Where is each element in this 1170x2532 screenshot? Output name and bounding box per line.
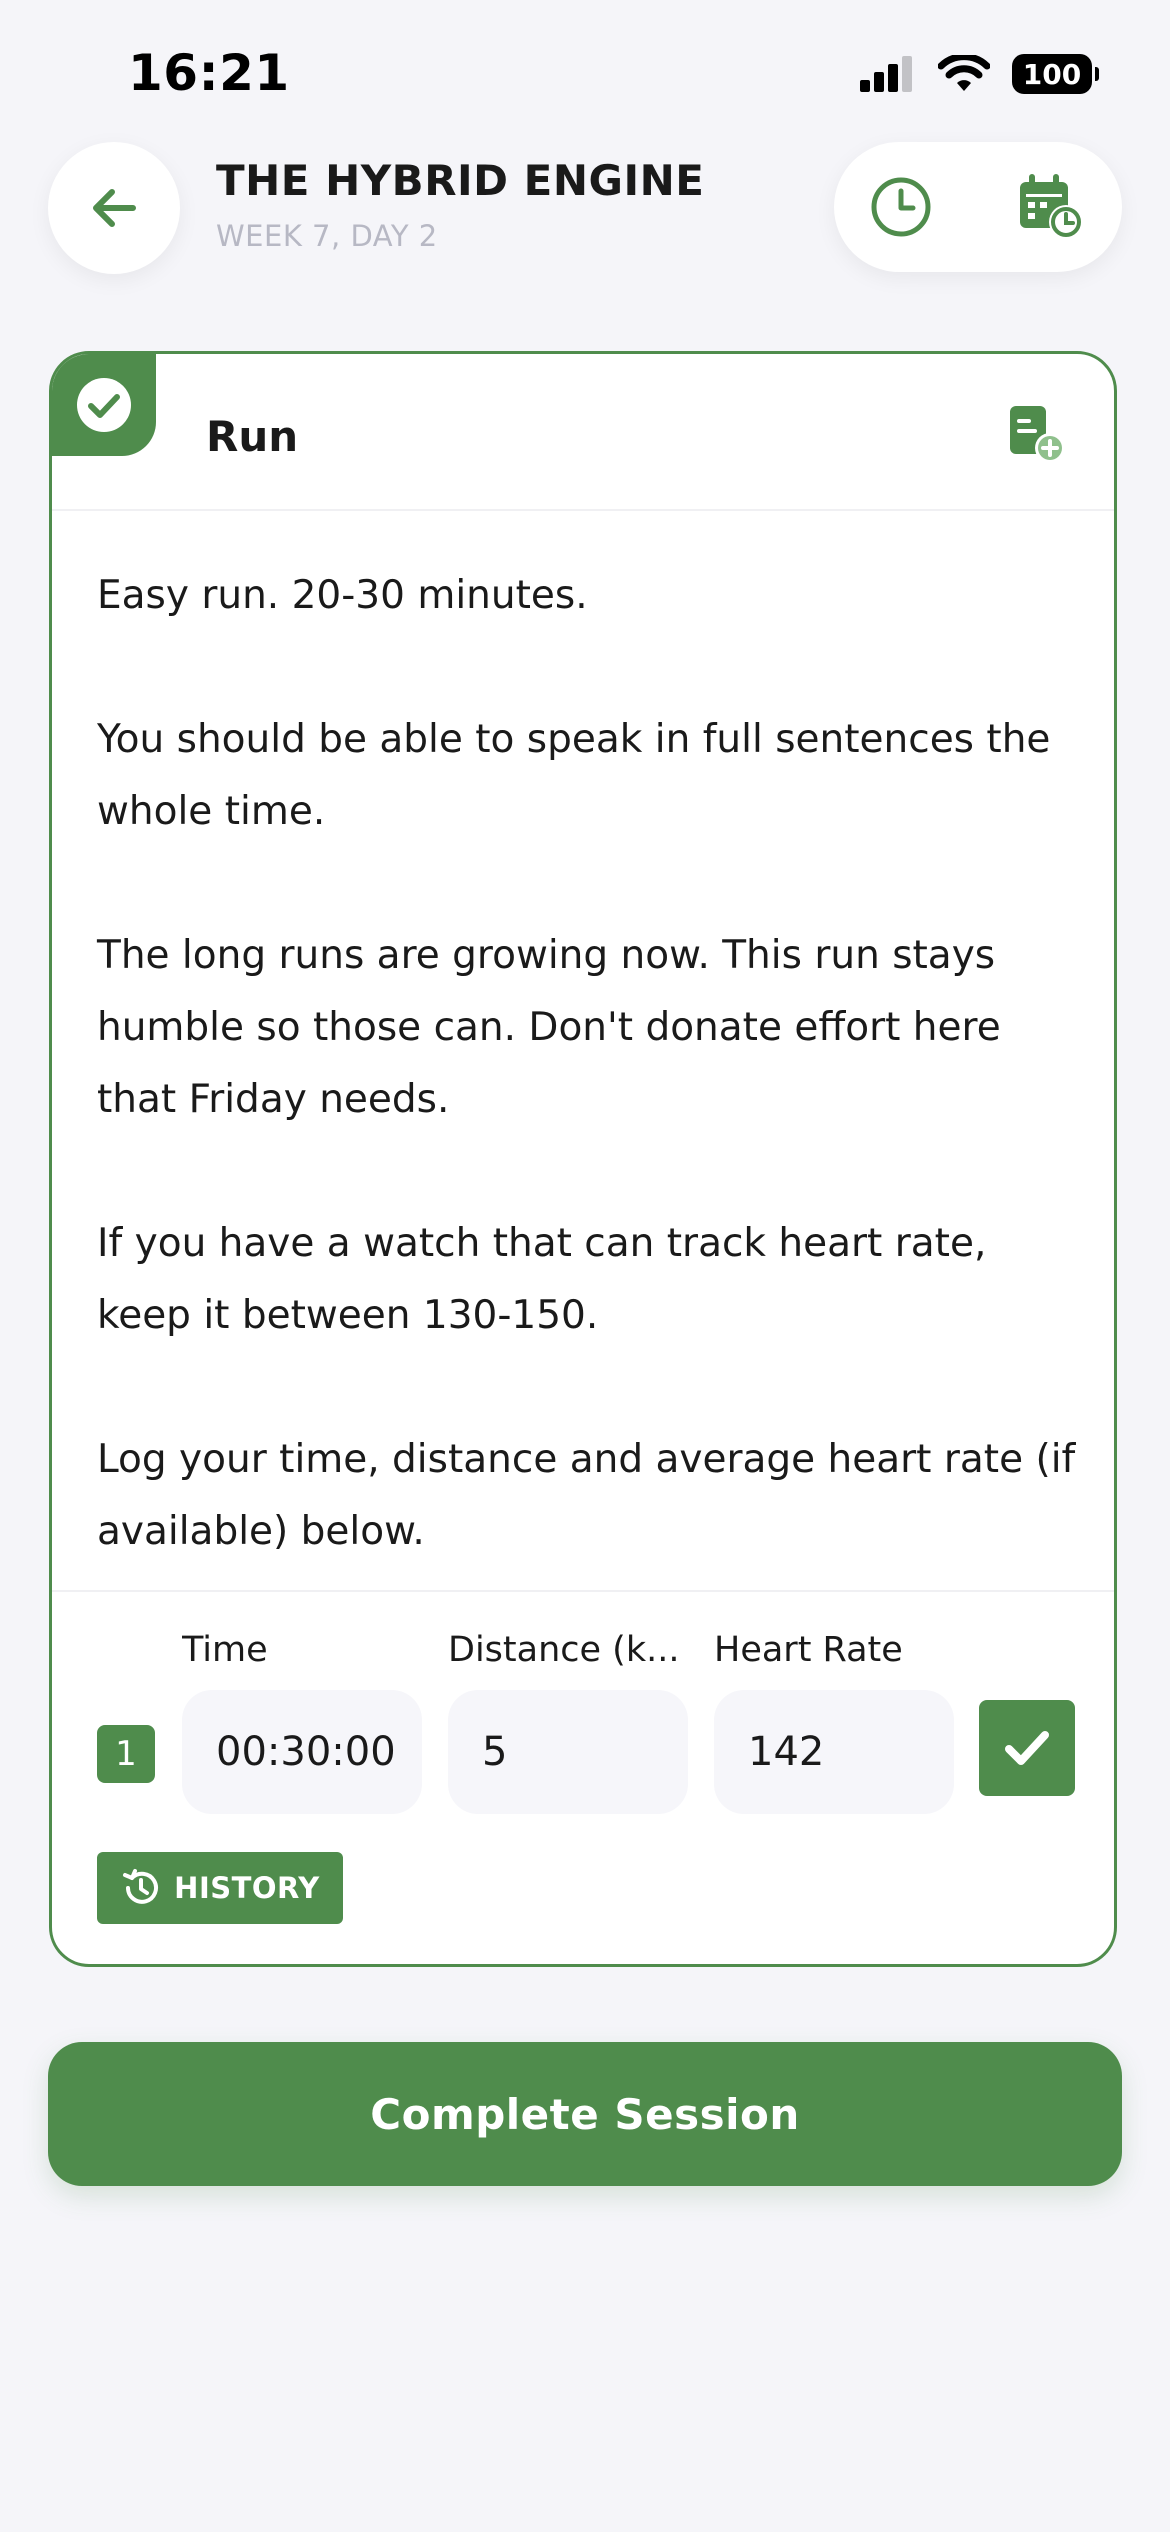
exercise-title: Run (206, 412, 299, 461)
calendar-clock-icon (1020, 174, 1083, 239)
set-number-badge: 1 (97, 1725, 155, 1783)
program-subtitle: WEEK 7, DAY 2 (216, 219, 438, 253)
checkmark-icon (1005, 1731, 1049, 1765)
history-label: HISTORY (174, 1871, 320, 1905)
note-add-icon (1010, 406, 1065, 463)
complete-session-button[interactable]: Complete Session (48, 2042, 1122, 2186)
arrow-left-icon (93, 189, 136, 227)
history-clock-button[interactable] (866, 172, 936, 242)
schedule-calendar-button[interactable] (1016, 172, 1086, 242)
time-input[interactable]: 00:30:00 (182, 1690, 422, 1814)
back-button[interactable] (48, 142, 180, 274)
exercise-card: Run Easy run. 20-30 minutes. You should … (49, 351, 1117, 1967)
exercise-description: Easy run. 20-30 minutes. You should be a… (97, 560, 1087, 1568)
status-time: 16:21 (128, 44, 290, 102)
history-icon (123, 1869, 159, 1904)
card-divider (52, 1590, 1114, 1592)
description-paragraph: Easy run. 20-30 minutes. (97, 573, 588, 618)
description-paragraph: The long runs are growing now. This run … (97, 933, 1001, 1122)
cellular-signal-icon (860, 56, 912, 92)
description-paragraph: If you have a watch that can track heart… (97, 1221, 987, 1338)
wifi-icon (938, 55, 990, 91)
distance-input[interactable]: 5 (448, 1690, 688, 1814)
add-note-button[interactable] (1006, 404, 1066, 464)
description-paragraph: You should be able to speak in full sent… (97, 717, 1051, 834)
heart-rate-input[interactable]: 142 (714, 1690, 954, 1814)
card-divider (52, 509, 1114, 511)
header-actions (834, 142, 1122, 272)
check-circle-icon (77, 378, 131, 432)
status-icons: 100 (860, 54, 1099, 94)
description-paragraph: Log your time, distance and average hear… (97, 1437, 1076, 1554)
clock-icon (871, 177, 931, 237)
set-complete-checkbox[interactable] (979, 1700, 1075, 1796)
battery-icon: 100 (1012, 54, 1099, 94)
program-title: THE HYBRID ENGINE (216, 156, 705, 205)
column-header-heart-rate: Heart Rate (714, 1630, 903, 1670)
column-header-time: Time (182, 1630, 268, 1670)
battery-level: 100 (1022, 57, 1082, 91)
history-button[interactable]: HISTORY (97, 1852, 343, 1924)
column-header-distance: Distance (k... (448, 1630, 680, 1670)
exercise-completed-badge (52, 354, 156, 456)
header-text: THE HYBRID ENGINE WEEK 7, DAY 2 (216, 156, 796, 253)
status-bar: 16:21 100 (0, 0, 1170, 150)
